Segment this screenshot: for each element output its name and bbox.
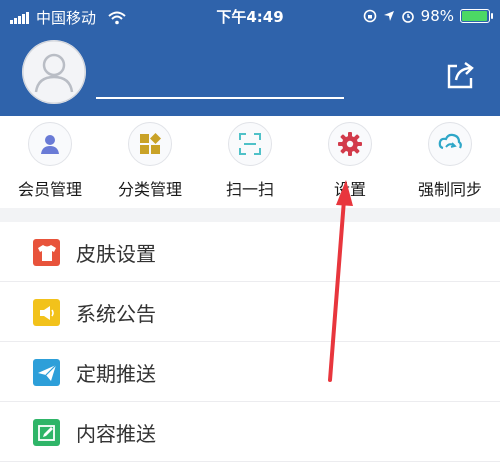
edit-icon <box>33 419 60 446</box>
battery-percent: 98% <box>420 7 454 25</box>
settings-menu-list: 皮肤设置 系统公告 定期推送 内容推送 <box>0 222 500 462</box>
share-button[interactable] <box>444 58 478 92</box>
speaker-icon <box>33 299 60 326</box>
member-icon-circle <box>28 122 72 166</box>
alarm-icon <box>401 11 414 23</box>
profile-header: 中国移动 下午4:49 98% <box>0 0 500 116</box>
gear-icon <box>338 132 362 156</box>
member-icon <box>41 135 59 154</box>
member-management-label: 会员管理 <box>17 180 82 199</box>
paper-plane-icon <box>33 359 60 386</box>
menu-item-label: 定期推送 <box>76 362 156 386</box>
menu-item-system-announcement[interactable]: 系统公告 <box>0 282 500 342</box>
menu-item-content-push[interactable]: 内容推送 <box>0 402 500 462</box>
settings-icon-circle <box>328 122 372 166</box>
section-divider <box>0 208 500 222</box>
settings-label: 设置 <box>333 180 366 199</box>
scan-label: 扫一扫 <box>225 180 274 199</box>
force-sync-button[interactable]: 强制同步 <box>400 116 500 208</box>
quick-actions-bar: 会员管理 分类管理 扫一扫 设置 强制同步 <box>0 116 500 208</box>
force-sync-label: 强制同步 <box>417 180 482 199</box>
sync-icon-circle <box>428 122 472 166</box>
menu-item-label: 系统公告 <box>76 302 156 326</box>
battery-icon <box>460 9 493 23</box>
category-icon-circle <box>128 122 172 166</box>
menu-item-skin-settings[interactable]: 皮肤设置 <box>0 222 500 282</box>
avatar[interactable] <box>22 40 86 104</box>
rotation-lock-icon <box>363 9 376 23</box>
sync-icon <box>438 133 462 150</box>
category-management-button[interactable]: 分类管理 <box>100 116 200 208</box>
category-management-label: 分类管理 <box>117 180 182 199</box>
category-icon <box>140 133 161 154</box>
menu-item-scheduled-push[interactable]: 定期推送 <box>0 342 500 402</box>
user-avatar-icon <box>22 40 86 104</box>
settings-button[interactable]: 设置 <box>300 116 400 208</box>
status-right: 98% <box>363 7 493 25</box>
share-icon <box>447 62 474 89</box>
scan-icon-circle <box>228 122 272 166</box>
member-management-button[interactable]: 会员管理 <box>0 116 100 208</box>
status-bar: 中国移动 下午4:49 98% <box>0 0 500 32</box>
menu-item-label: 内容推送 <box>76 422 156 446</box>
location-icon <box>383 11 394 21</box>
scan-icon <box>239 133 261 155</box>
scan-button[interactable]: 扫一扫 <box>200 116 300 208</box>
shirt-icon <box>33 239 60 266</box>
menu-item-label: 皮肤设置 <box>76 242 156 266</box>
battery-fill <box>462 11 488 21</box>
username-underline <box>96 97 344 99</box>
